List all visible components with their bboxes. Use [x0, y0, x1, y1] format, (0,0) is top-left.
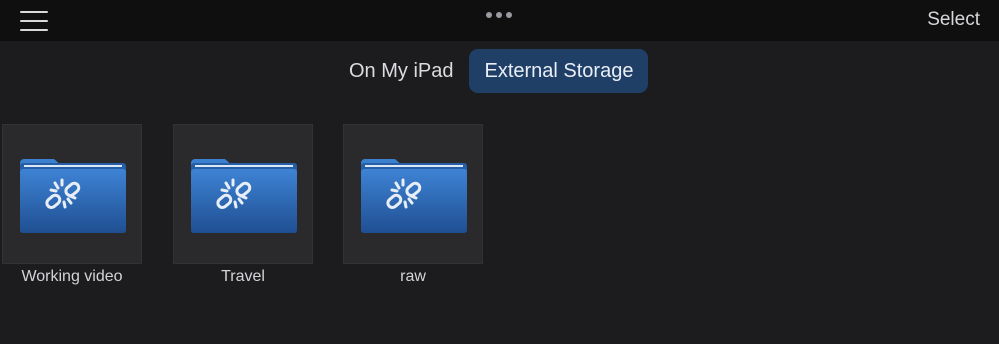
folder-item[interactable]: raw: [343, 124, 487, 286]
hamburger-menu-icon[interactable]: [20, 10, 48, 32]
broken-link-folder-icon: [361, 159, 467, 233]
folder-name: Travel: [221, 268, 265, 285]
broken-link-folder-icon: [191, 159, 297, 233]
folder-tile: [173, 124, 313, 264]
select-button[interactable]: Select: [927, 9, 980, 31]
top-bar: Select: [0, 0, 999, 41]
folder-item[interactable]: Travel: [173, 124, 317, 286]
folder-name: raw: [400, 268, 426, 285]
segment-external-storage[interactable]: External Storage: [469, 48, 649, 93]
more-dots-icon[interactable]: [486, 10, 514, 20]
storage-segmented-control: On My iPad External Storage: [336, 48, 649, 93]
folder-grid: Working video Travel raw: [0, 124, 999, 304]
folder-tile: [2, 124, 142, 264]
folder-tile: [343, 124, 483, 264]
segment-on-my-ipad[interactable]: On My iPad: [336, 49, 466, 93]
folder-name: Working video: [21, 268, 123, 285]
folder-item[interactable]: Working video: [2, 124, 146, 286]
broken-link-folder-icon: [20, 159, 126, 233]
